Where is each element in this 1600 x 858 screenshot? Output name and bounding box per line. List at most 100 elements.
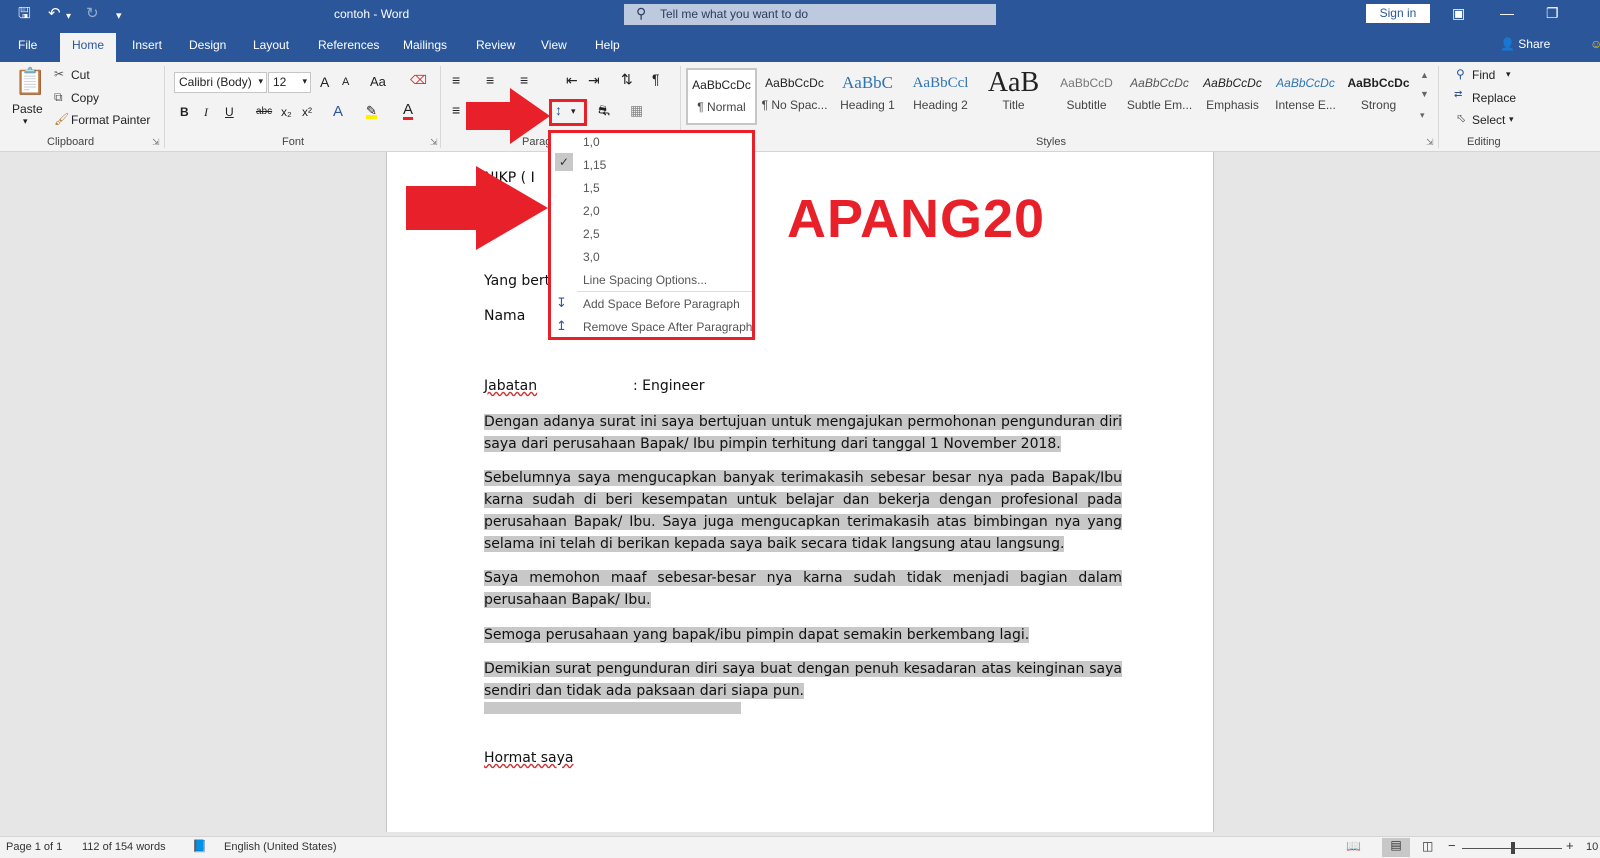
tell-me-search[interactable]: ⚲ Tell me what you want to do (624, 4, 996, 25)
tab-references[interactable]: References (318, 38, 379, 52)
styles-launcher-icon[interactable]: ⇲ (1426, 137, 1434, 148)
web-layout-icon[interactable]: ◫ (1422, 839, 1433, 853)
style-strong[interactable]: AaBbCcDc Strong (1343, 68, 1414, 125)
tab-mailings[interactable]: Mailings (403, 38, 447, 52)
show-formatting-icon[interactable]: ¶ (652, 71, 660, 87)
sign-in-button[interactable]: Sign in (1366, 4, 1430, 23)
smiley-icon[interactable]: ☺ (1590, 37, 1600, 51)
decrease-indent-icon[interactable]: ⇤ (566, 72, 578, 89)
paragraph-text: Saya memohon maaf sebesar-besar nya karn… (484, 570, 1122, 608)
zoom-slider-thumb[interactable] (1511, 842, 1515, 854)
format-painter-button[interactable]: Format Painter (71, 113, 150, 127)
undo-dropdown-icon[interactable]: ▾ (66, 8, 71, 26)
styles-more-icon[interactable]: ▾ (1420, 110, 1425, 121)
remove-space-after-item[interactable]: Remove Space After Paragraph (583, 320, 752, 334)
styles-scroll-down-icon[interactable]: ▼ (1420, 89, 1429, 99)
line-spacing-option[interactable]: 2,5 (583, 227, 600, 241)
change-case-button[interactable]: Aa (370, 74, 386, 89)
select-button[interactable]: Select (1472, 113, 1505, 127)
paste-dropdown-icon[interactable]: ▾ (23, 116, 28, 127)
minimize-icon[interactable]: — (1500, 4, 1514, 22)
tab-insert[interactable]: Insert (132, 38, 162, 52)
select-dropdown-icon[interactable]: ▾ (1509, 114, 1514, 125)
font-name-combo[interactable]: Calibri (Body) ▾ (174, 72, 267, 93)
multilevel-list-icon[interactable]: ≡ (520, 72, 528, 88)
tab-help[interactable]: Help (595, 38, 620, 52)
replace-button[interactable]: Replace (1472, 91, 1516, 105)
shading-icon[interactable]: ⛐ (598, 102, 610, 121)
line-spacing-option[interactable]: 2,0 (583, 204, 600, 218)
font-size-combo[interactable]: 12 ▾ (268, 72, 311, 93)
find-button[interactable]: Find (1472, 68, 1495, 82)
share-button[interactable]: 👤 Share (1500, 37, 1550, 51)
find-dropdown-icon[interactable]: ▾ (1506, 69, 1511, 80)
bold-button[interactable]: B (180, 105, 189, 119)
document-page[interactable]: NIKP ( I ang Yang bert Nama Jabatan : En… (386, 152, 1214, 832)
style-subtitle[interactable]: AaBbCcD Subtitle (1051, 68, 1122, 125)
ribbon-display-icon[interactable]: ▣ (1452, 4, 1465, 22)
line-spacing-options-item[interactable]: Line Spacing Options... (583, 273, 707, 287)
shrink-font-button[interactable]: A (342, 76, 349, 88)
proofing-icon[interactable]: 📘 (192, 839, 207, 853)
align-left-icon[interactable]: ≡ (452, 102, 460, 118)
grow-font-button[interactable]: A (320, 74, 329, 90)
style-no-spacing[interactable]: AaBbCcDc ¶ No Spac... (759, 68, 830, 125)
style-name: Subtle Em... (1126, 98, 1193, 112)
font-name-value: Calibri (Body) (179, 75, 252, 89)
tab-review[interactable]: Review (476, 38, 515, 52)
customize-qat-icon[interactable]: ▾ (116, 7, 122, 25)
superscript-button[interactable]: x² (302, 105, 312, 119)
redo-icon[interactable]: ↻ (86, 5, 99, 23)
add-space-before-item[interactable]: Add Space Before Paragraph (583, 297, 740, 311)
language[interactable]: English (United States) (224, 841, 337, 853)
styles-scroll-up-icon[interactable]: ▲ (1420, 70, 1429, 80)
strikethrough-button[interactable]: abc (256, 106, 272, 117)
paste-icon[interactable]: 📋 (14, 66, 46, 97)
clipboard-launcher-icon[interactable]: ⇲ (152, 137, 160, 148)
bullets-icon[interactable]: ≡ (452, 72, 460, 88)
style-title[interactable]: AaB Title (978, 68, 1049, 125)
borders-icon[interactable]: ▦ (630, 102, 643, 119)
line-spacing-option[interactable]: 1,5 (583, 181, 600, 195)
page-count[interactable]: Page 1 of 1 (6, 841, 62, 853)
style-heading-2[interactable]: AaBbCcl Heading 2 (905, 68, 976, 125)
clear-formatting-icon[interactable]: ⌫ (410, 73, 427, 87)
font-color-button[interactable]: A (403, 102, 414, 120)
line-spacing-option[interactable]: 1,0 (583, 135, 600, 149)
status-bar: Page 1 of 1 112 of 154 words 📘 English (… (0, 836, 1600, 858)
style-heading-1[interactable]: AaBbC Heading 1 (832, 68, 903, 125)
line-spacing-option[interactable]: 1,15 (583, 158, 606, 172)
tab-view[interactable]: View (541, 38, 567, 52)
text-effects-button[interactable]: A (333, 103, 343, 120)
style-intense-emphasis[interactable]: AaBbCcDc Intense E... (1270, 68, 1341, 125)
paste-button[interactable]: Paste (12, 102, 43, 116)
tab-home[interactable]: Home (60, 33, 117, 62)
restore-icon[interactable]: ❐ (1546, 4, 1559, 22)
word-count[interactable]: 112 of 154 words (82, 841, 166, 853)
zoom-level[interactable]: 10 (1586, 841, 1598, 853)
undo-icon[interactable]: ↶ (48, 5, 61, 23)
save-icon[interactable]: 🖫 (18, 5, 31, 23)
numbering-icon[interactable]: ≡ (486, 72, 494, 88)
style-name: Strong (1360, 98, 1397, 112)
zoom-in-icon[interactable]: + (1566, 838, 1574, 853)
italic-button[interactable]: I (204, 105, 208, 120)
style-normal[interactable]: AaBbCcDc ¶ Normal (686, 68, 757, 125)
style-emphasis[interactable]: AaBbCcDc Emphasis (1197, 68, 1268, 125)
increase-indent-icon[interactable]: ⇥ (588, 72, 600, 89)
cut-button[interactable]: Cut (71, 68, 90, 82)
tab-design[interactable]: Design (189, 38, 226, 52)
style-subtle-emphasis[interactable]: AaBbCcDc Subtle Em... (1124, 68, 1195, 125)
sort-icon[interactable]: ⇅ (621, 71, 633, 88)
tab-file[interactable]: File (18, 38, 37, 52)
print-layout-icon[interactable]: ▤ (1382, 838, 1410, 857)
font-launcher-icon[interactable]: ⇲ (430, 137, 438, 148)
subscript-button[interactable]: x₂ (281, 105, 292, 119)
zoom-out-icon[interactable]: − (1448, 838, 1456, 853)
tab-layout[interactable]: Layout (253, 38, 289, 52)
line-spacing-option[interactable]: 3,0 (583, 250, 600, 264)
read-mode-icon[interactable]: 📖 (1346, 839, 1361, 853)
highlight-color-icon[interactable]: ✎ (366, 103, 377, 119)
copy-button[interactable]: Copy (71, 91, 99, 105)
underline-button[interactable]: U (225, 105, 234, 119)
